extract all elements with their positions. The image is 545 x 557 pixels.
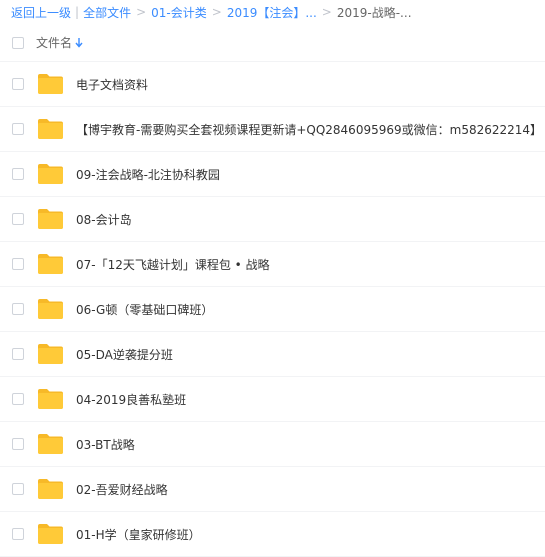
row-checkbox[interactable] [12,348,24,360]
sort-arrow-down-icon[interactable] [75,37,83,48]
all-files-link[interactable]: 全部文件 [83,4,131,21]
file-row[interactable]: 04-2019良善私塾班 [0,377,545,422]
folder-icon[interactable] [37,298,64,320]
file-name-link[interactable]: 05-DA逆袭提分班 [76,346,173,363]
file-name-link[interactable]: 06-G顿（零基础口碑班） [76,301,213,318]
file-name-link[interactable]: 02-吾爱财经战略 [76,481,168,498]
breadcrumb-item-accounting[interactable]: 01-会计类 [151,4,207,21]
chevron-right-icon: > [136,5,147,19]
folder-icon[interactable] [37,208,64,230]
file-row[interactable]: 电子文档资料 [0,62,545,107]
row-checkbox[interactable] [12,303,24,315]
file-row[interactable]: 【博宇教育-需要购买全套视频课程更新请+QQ2846095969或微信：m582… [0,107,545,152]
row-checkbox[interactable] [12,258,24,270]
breadcrumb-item-cpa-2019[interactable]: 2019【注会】... [227,4,317,21]
row-checkbox[interactable] [12,438,24,450]
file-row[interactable]: 06-G顿（零基础口碑班） [0,287,545,332]
row-checkbox[interactable] [12,123,24,135]
file-name-link[interactable]: 09-注会战略-北注协科教园 [76,166,220,183]
file-name-link[interactable]: 【博宇教育-需要购买全套视频课程更新请+QQ2846095969或微信：m582… [76,121,542,138]
breadcrumb-current: 2019-战略-... [336,5,412,20]
folder-icon[interactable] [37,73,64,95]
file-name-link[interactable]: 电子文档资料 [76,76,148,93]
file-row[interactable]: 08-会计岛 [0,197,545,242]
file-row[interactable]: 02-吾爱财经战略 [0,467,545,512]
select-all-checkbox[interactable] [12,36,24,49]
file-row[interactable]: 05-DA逆袭提分班 [0,332,545,377]
breadcrumb-divider: | [75,5,80,19]
folder-icon[interactable] [37,253,64,275]
folder-icon[interactable] [37,118,64,140]
chevron-right-icon: > [211,5,222,19]
chevron-right-icon: > [321,5,332,19]
row-checkbox[interactable] [12,213,24,225]
file-row[interactable]: 01-H学（皇家研修班） [0,512,545,557]
row-checkbox[interactable] [12,168,24,180]
file-name-link[interactable]: 03-BT战略 [76,436,135,453]
folder-icon[interactable] [37,478,64,500]
folder-icon[interactable] [37,433,64,455]
file-row[interactable]: 09-注会战略-北注协科教园 [0,152,545,197]
file-row[interactable]: 07-「12天飞越计划」课程包 • 战略 [0,242,545,287]
back-link[interactable]: 返回上一级 [11,4,71,21]
row-checkbox[interactable] [12,528,24,540]
breadcrumb: 返回上一级 | 全部文件 > 01-会计类 > 2019【注会】... > 20… [0,0,545,24]
folder-icon[interactable] [37,523,64,545]
folder-icon[interactable] [37,343,64,365]
file-name-link[interactable]: 07-「12天飞越计划」课程包 • 战略 [76,256,270,273]
file-name-link[interactable]: 08-会计岛 [76,211,132,228]
row-checkbox[interactable] [12,483,24,495]
column-filename[interactable]: 文件名 [36,34,72,51]
file-list-header: 文件名 [0,24,545,62]
file-name-link[interactable]: 04-2019良善私塾班 [76,391,186,408]
folder-icon[interactable] [37,388,64,410]
file-row[interactable]: 03-BT战略 [0,422,545,467]
file-name-link[interactable]: 01-H学（皇家研修班） [76,526,201,543]
row-checkbox[interactable] [12,78,24,90]
file-list: 电子文档资料【博宇教育-需要购买全套视频课程更新请+QQ2846095969或微… [0,62,545,557]
row-checkbox[interactable] [12,393,24,405]
folder-icon[interactable] [37,163,64,185]
